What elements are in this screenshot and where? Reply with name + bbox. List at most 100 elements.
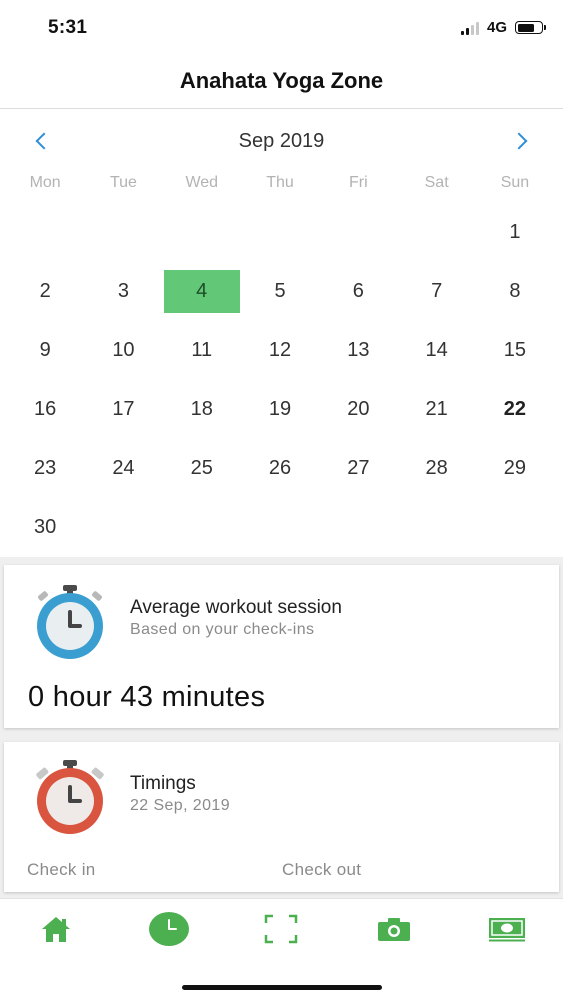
cellular-signal-icon — [460, 21, 479, 35]
calendar-day-18[interactable]: 18 — [163, 380, 241, 439]
calendar-day-number: 19 — [268, 398, 292, 420]
calendar-days-grid: 1 2 3 4 5 6 7 8 9 10 11 12 13 14 15 16 17 18 19 20 21 22 23 24 2… — [6, 203, 554, 557]
calendar-day-number: 4 — [196, 280, 208, 302]
calendar-day-11[interactable]: 11 — [163, 321, 241, 380]
chevron-right-icon — [510, 132, 528, 150]
check-in-label: Check in — [27, 860, 96, 879]
calendar-day-3[interactable]: 3 — [84, 262, 162, 321]
calendar-day-30[interactable]: 30 — [6, 498, 84, 557]
calendar-day-number: 14 — [425, 339, 448, 361]
calendar-day-number: 6 — [352, 280, 364, 302]
calendar-day-17[interactable]: 17 — [84, 380, 162, 439]
calendar-blank-cell — [241, 203, 319, 262]
calendar-day-number: 12 — [268, 339, 292, 361]
calendar-day-number: 30 — [34, 516, 57, 538]
status-indicators: 4G — [460, 19, 546, 36]
calendar-day-number: 10 — [112, 339, 135, 361]
calendar-day-23[interactable]: 23 — [6, 439, 84, 498]
next-month-button[interactable] — [499, 123, 539, 159]
tab-clock[interactable] — [139, 909, 199, 949]
calendar-day-number: 27 — [347, 457, 370, 479]
calendar-day-7[interactable]: 7 — [397, 262, 475, 321]
average-card-subtitle: Based on your check-ins — [130, 621, 315, 638]
calendar-day-number: 13 — [347, 339, 370, 361]
home-icon — [42, 917, 70, 942]
stopwatch-red-icon — [36, 760, 104, 834]
calendar-day-4[interactable]: 4 — [163, 262, 241, 321]
calendar-day-24[interactable]: 24 — [84, 439, 162, 498]
calendar-day-number: 18 — [190, 398, 213, 420]
calendar-day-9[interactable]: 9 — [6, 321, 84, 380]
tab-home[interactable] — [26, 909, 86, 949]
status-time: 5:31 — [48, 17, 88, 38]
calendar-day-28[interactable]: 28 — [397, 439, 475, 498]
calendar-day-number: 22 — [503, 398, 527, 420]
calendar-day-number: 25 — [190, 457, 213, 479]
scan-frame-icon — [264, 914, 298, 944]
calendar-day-number: 1 — [509, 221, 521, 243]
weekday-label: Mon — [29, 174, 61, 191]
home-indicator — [182, 985, 382, 990]
weekday-label: Thu — [266, 174, 294, 191]
calendar-day-number: 23 — [34, 457, 57, 479]
calendar-day-number: 20 — [347, 398, 370, 420]
check-out-label: Check out — [282, 860, 362, 879]
weekday-label: Wed — [185, 174, 219, 191]
battery-icon — [515, 21, 546, 34]
calendar-day-number: 7 — [431, 280, 443, 302]
calendar-day-1[interactable]: 1 — [476, 203, 554, 262]
calendar-day-2[interactable]: 2 — [6, 262, 84, 321]
calendar-day-number: 11 — [191, 339, 213, 361]
timings-card-title: Timings — [130, 773, 196, 794]
average-card-title: Average workout session — [130, 597, 342, 618]
calendar-day-number: 26 — [268, 457, 292, 479]
calendar-day-6[interactable]: 6 — [319, 262, 397, 321]
tab-payments[interactable] — [477, 909, 537, 949]
stopwatch-blue-icon — [37, 585, 103, 659]
calendar-day-number: 17 — [112, 398, 135, 420]
weekday-label: Fri — [349, 174, 368, 191]
calendar-day-15[interactable]: 15 — [476, 321, 554, 380]
calendar-blank-cell — [319, 203, 397, 262]
network-type: 4G — [486, 19, 507, 36]
calendar-day-20[interactable]: 20 — [319, 380, 397, 439]
calendar-blank-cell — [397, 203, 475, 262]
tab-camera[interactable] — [364, 909, 424, 949]
calendar-day-29[interactable]: 29 — [476, 439, 554, 498]
weekday-label: Sun — [500, 174, 530, 191]
weekday-label: Sat — [424, 174, 449, 191]
tab-scan[interactable] — [251, 909, 311, 949]
calendar-day-number: 24 — [112, 457, 135, 479]
calendar-day-8[interactable]: 8 — [476, 262, 554, 321]
calendar-day-22[interactable]: 22 — [476, 380, 554, 439]
camera-icon — [378, 918, 410, 941]
calendar-day-19[interactable]: 19 — [241, 380, 319, 439]
clock-icon — [149, 912, 189, 946]
calendar-day-number: 2 — [39, 280, 51, 302]
status-bar: 5:31 4G — [0, 0, 563, 56]
calendar-day-10[interactable]: 10 — [84, 321, 162, 380]
calendar-day-number: 21 — [425, 398, 448, 420]
calendar-day-12[interactable]: 12 — [241, 321, 319, 380]
calendar-day-14[interactable]: 14 — [397, 321, 475, 380]
calendar-day-number: 9 — [39, 339, 51, 361]
weekday-header-row: Mon Tue Wed Thu Fri Sat Sun — [6, 174, 554, 192]
calendar-blank-cell — [84, 203, 162, 262]
calendar-day-number: 15 — [503, 339, 527, 361]
calendar-day-27[interactable]: 27 — [319, 439, 397, 498]
calendar-day-number: 8 — [509, 280, 521, 302]
month-navigation: Sep 2019 — [0, 123, 563, 159]
calendar-day-21[interactable]: 21 — [397, 380, 475, 439]
cash-icon — [489, 918, 525, 942]
calendar-blank-cell — [163, 203, 241, 262]
timings-date: 22 Sep, 2019 — [130, 797, 230, 814]
calendar-day-25[interactable]: 25 — [163, 439, 241, 498]
calendar-day-16[interactable]: 16 — [6, 380, 84, 439]
calendar-day-5[interactable]: 5 — [241, 262, 319, 321]
app-header: Anahata Yoga Zone — [0, 56, 563, 109]
weekday-label: Tue — [109, 174, 137, 191]
calendar-day-26[interactable]: 26 — [241, 439, 319, 498]
page-title: Anahata Yoga Zone — [179, 68, 384, 93]
timings-card: Timings 22 Sep, 2019 Check in Check out — [4, 742, 559, 892]
calendar-day-13[interactable]: 13 — [319, 321, 397, 380]
